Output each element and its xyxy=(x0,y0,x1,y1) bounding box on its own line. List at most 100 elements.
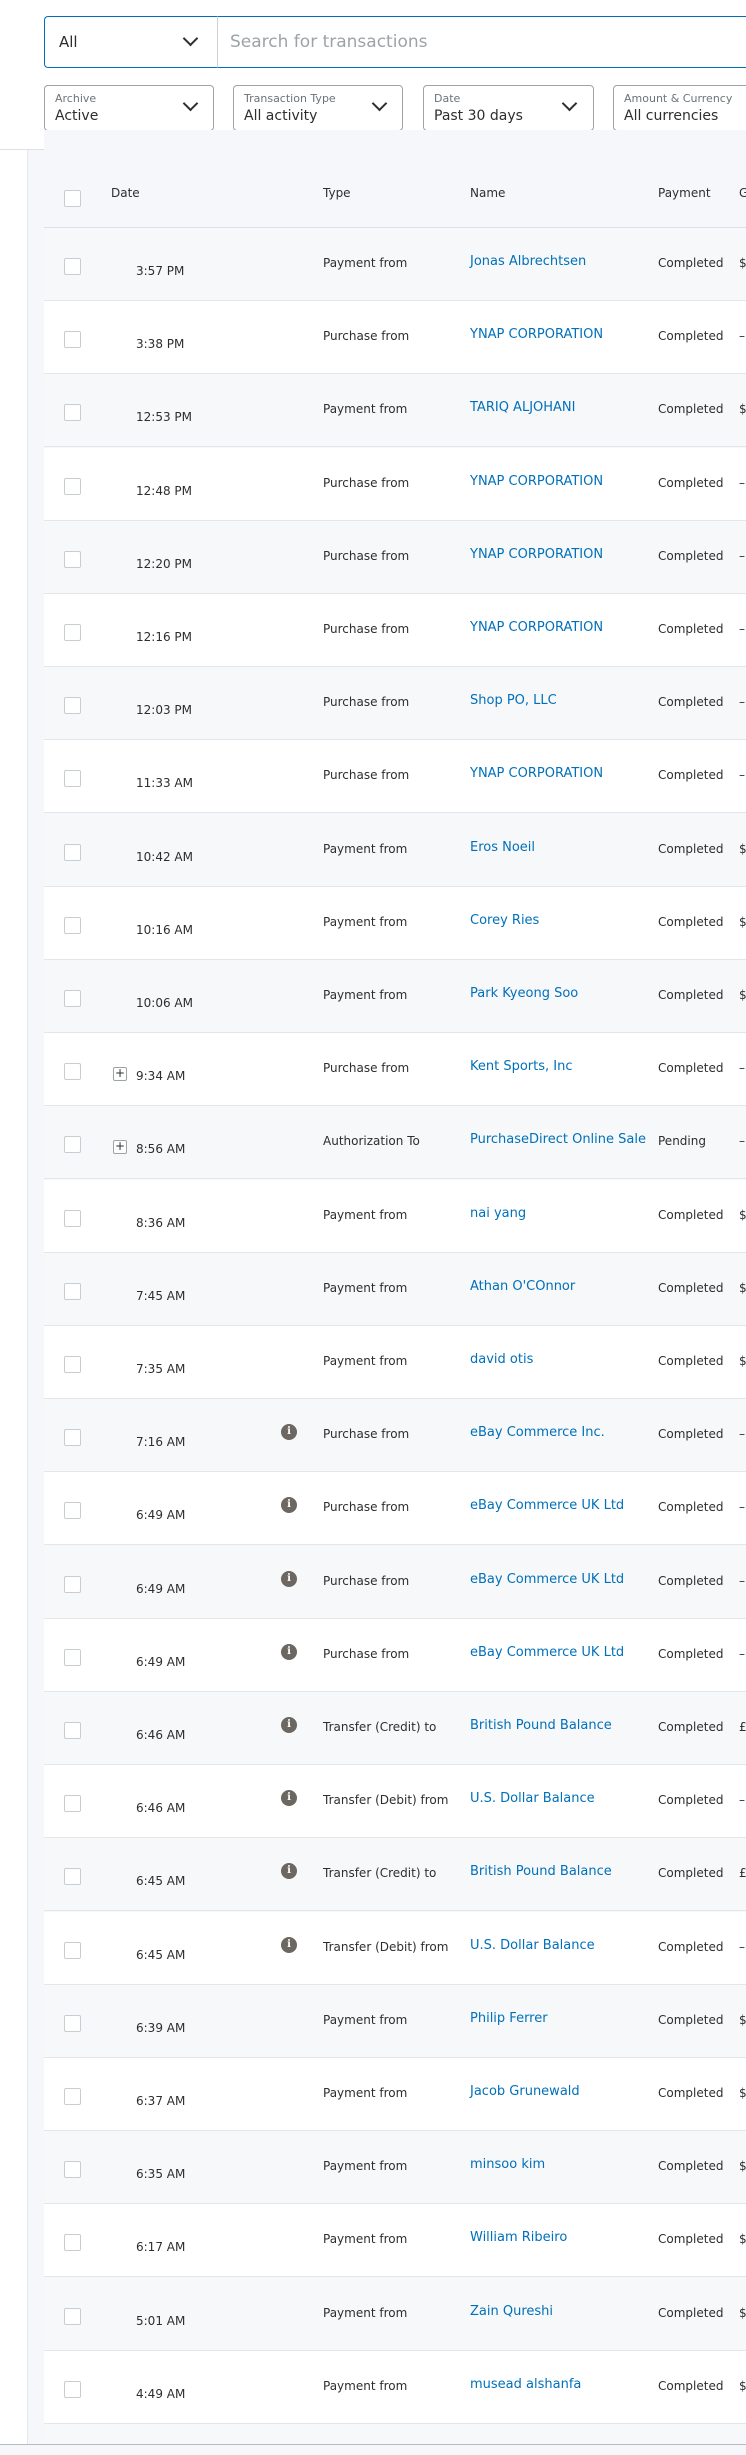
row-name-link[interactable]: Zain Qureshi xyxy=(470,2304,553,2319)
info-icon[interactable]: i xyxy=(281,1570,297,1587)
row-name-link[interactable]: nai yang xyxy=(470,1206,526,1221)
row-checkbox[interactable] xyxy=(64,1063,81,1081)
table-row[interactable]: 10:42 AM Payment from Eros Noeil Completed $ xyxy=(44,813,746,887)
table-row[interactable]: 6:49 AM i Purchase from eBay Commerce UK Lt… xyxy=(44,1472,746,1546)
row-checkbox[interactable] xyxy=(64,1722,81,1739)
table-row[interactable]: 10:06 AM Payment from Park Kyeong Soo Compl… xyxy=(44,960,746,1033)
row-name-link[interactable]: Corey Ries xyxy=(470,913,539,928)
row-checkbox[interactable] xyxy=(64,1136,81,1154)
table-row[interactable]: 4:49 AM Payment from musead alshanfa Comple… xyxy=(44,2350,746,2424)
table-row[interactable]: 6:49 AM i Purchase from eBay Commerce UK Lt… xyxy=(44,1618,746,1692)
info-icon[interactable]: i xyxy=(281,1790,297,1807)
table-row[interactable]: 6:45 AM i Transfer (Debit) from U.S. Dollar… xyxy=(44,1911,746,1985)
info-icon[interactable]: i xyxy=(281,1863,297,1880)
row-name-link[interactable]: Jacob Grunewald xyxy=(470,2084,580,2099)
table-row[interactable]: 7:35 AM Payment from david otis Completed $ xyxy=(44,1326,746,1399)
table-row[interactable]: 12:03 PM Purchase from Shop PO, LLC Complet… xyxy=(44,667,746,741)
table-row[interactable]: 6:49 AM i Purchase from eBay Commerce UK Lt… xyxy=(44,1545,746,1619)
row-checkbox[interactable] xyxy=(64,1209,81,1227)
search-box[interactable] xyxy=(217,16,746,68)
row-checkbox[interactable] xyxy=(64,1868,81,1886)
row-name-link[interactable]: Philip Ferrer xyxy=(470,2011,548,2026)
table-row[interactable]: +9:34 AM Purchase from Kent Sports, Inc Com… xyxy=(44,1033,746,1107)
row-name-link[interactable]: U.S. Dollar Balance xyxy=(470,1791,595,1806)
table-row[interactable]: 7:45 AM Payment from Athan O'COnnor Complet… xyxy=(44,1252,746,1326)
row-name-link[interactable]: YNAP CORPORATION xyxy=(470,474,603,489)
table-row[interactable]: 6:46 AM i Transfer (Debit) from U.S. Dollar… xyxy=(44,1765,746,1839)
table-row[interactable]: 6:39 AM Payment from Philip Ferrer Complete… xyxy=(44,1984,746,2058)
table-row[interactable]: 6:17 AM Payment from William Ribeiro Comple… xyxy=(44,2204,746,2278)
row-name-link[interactable]: Shop PO, LLC xyxy=(470,693,557,708)
row-checkbox[interactable] xyxy=(64,331,81,349)
table-row[interactable]: 6:46 AM i Transfer (Credit) to British Poun… xyxy=(44,1692,746,1765)
row-name-link[interactable]: Kent Sports, Inc xyxy=(470,1059,573,1074)
column-payment-status[interactable]: Payment xyxy=(658,186,711,200)
row-name-link[interactable]: Eros Noeil xyxy=(470,840,535,855)
table-row[interactable]: 11:33 AM Purchase from YNAP CORPORATION Com… xyxy=(44,740,746,814)
table-row[interactable]: 12:48 PM Purchase from YNAP CORPORATION Com… xyxy=(44,447,746,521)
info-icon[interactable]: i xyxy=(281,1936,297,1953)
row-checkbox[interactable] xyxy=(64,2161,81,2179)
row-name-link[interactable]: YNAP CORPORATION xyxy=(470,327,603,342)
transaction-type-filter[interactable]: Transaction Type All activity xyxy=(233,85,403,131)
row-checkbox[interactable] xyxy=(64,2234,81,2252)
row-checkbox[interactable] xyxy=(64,1648,81,1666)
row-name-link[interactable]: British Pound Balance xyxy=(470,1864,612,1879)
table-row[interactable]: 12:20 PM Purchase from YNAP CORPORATION Com… xyxy=(44,520,746,594)
row-checkbox[interactable] xyxy=(64,624,81,641)
column-type[interactable]: Type xyxy=(323,186,351,200)
row-checkbox[interactable] xyxy=(64,1356,81,1373)
table-row[interactable]: 12:16 PM Purchase from YNAP CORPORATION Com… xyxy=(44,594,746,667)
expand-icon[interactable]: + xyxy=(113,1140,127,1155)
search-scope-select[interactable]: All xyxy=(44,16,218,68)
row-name-link[interactable]: musead alshanfa xyxy=(470,2377,581,2392)
row-name-link[interactable]: eBay Commerce Inc. xyxy=(470,1425,605,1440)
row-checkbox[interactable] xyxy=(64,1429,81,1447)
row-name-link[interactable]: PurchaseDirect Online Sale xyxy=(470,1132,646,1147)
expand-icon[interactable]: + xyxy=(113,1067,127,1082)
row-checkbox[interactable] xyxy=(64,258,81,275)
row-name-link[interactable]: eBay Commerce UK Ltd xyxy=(470,1572,624,1587)
row-name-link[interactable]: YNAP CORPORATION xyxy=(470,620,603,635)
table-row[interactable]: 3:38 PM Purchase from YNAP CORPORATION Comp… xyxy=(44,301,746,375)
row-name-link[interactable]: david otis xyxy=(470,1352,533,1367)
table-row[interactable]: 10:16 AM Payment from Corey Ries Completed $ xyxy=(44,886,746,960)
row-name-link[interactable]: William Ribeiro xyxy=(470,2230,567,2245)
row-checkbox[interactable] xyxy=(64,2380,81,2398)
table-row[interactable]: 12:53 PM Payment from TARIQ ALJOHANI Comple… xyxy=(44,374,746,448)
row-checkbox[interactable] xyxy=(64,2014,81,2032)
info-icon[interactable]: i xyxy=(281,1643,297,1660)
info-icon[interactable]: i xyxy=(281,1424,297,1441)
column-date[interactable]: Date xyxy=(111,186,140,200)
table-row[interactable]: 5:01 AM Payment from Zain Qureshi Completed… xyxy=(44,2277,746,2351)
row-name-link[interactable]: U.S. Dollar Balance xyxy=(470,1938,595,1953)
table-row[interactable]: 3:57 PM Payment from Jonas Albrechtsen Comp… xyxy=(44,228,746,301)
row-name-link[interactable]: eBay Commerce UK Ltd xyxy=(470,1498,624,1513)
row-checkbox[interactable] xyxy=(64,1795,81,1813)
amount-currency-filter[interactable]: Amount & Currency All currencies xyxy=(613,85,746,131)
row-checkbox[interactable] xyxy=(64,477,81,495)
column-gross[interactable]: G xyxy=(739,186,746,200)
row-checkbox[interactable] xyxy=(64,550,81,568)
archive-filter[interactable]: Archive Active xyxy=(44,85,214,131)
table-row[interactable]: +8:56 AM Authorization To PurchaseDirect O… xyxy=(44,1106,746,1180)
row-checkbox[interactable] xyxy=(64,1502,81,1520)
row-name-link[interactable]: British Pound Balance xyxy=(470,1718,612,1733)
row-name-link[interactable]: TARIQ ALJOHANI xyxy=(470,400,576,415)
row-checkbox[interactable] xyxy=(64,2307,81,2325)
table-row[interactable]: 6:37 AM Payment from Jacob Grunewald Comple… xyxy=(44,2058,746,2131)
date-filter[interactable]: Date Past 30 days xyxy=(423,85,594,131)
row-checkbox[interactable] xyxy=(64,990,81,1007)
info-icon[interactable]: i xyxy=(281,1497,297,1514)
table-row[interactable]: 6:45 AM i Transfer (Credit) to British Poun… xyxy=(44,1838,746,1912)
table-row[interactable]: 8:36 AM Payment from nai yang Completed $ xyxy=(44,1179,746,1253)
row-name-link[interactable]: Jonas Albrechtsen xyxy=(470,254,586,269)
row-checkbox[interactable] xyxy=(64,1941,81,1959)
row-checkbox[interactable] xyxy=(64,770,81,788)
row-checkbox[interactable] xyxy=(64,404,81,422)
row-checkbox[interactable] xyxy=(64,1575,81,1593)
row-checkbox[interactable] xyxy=(64,843,81,861)
row-name-link[interactable]: Park Kyeong Soo xyxy=(470,986,578,1001)
row-name-link[interactable]: YNAP CORPORATION xyxy=(470,766,603,781)
search-input[interactable] xyxy=(230,32,730,52)
